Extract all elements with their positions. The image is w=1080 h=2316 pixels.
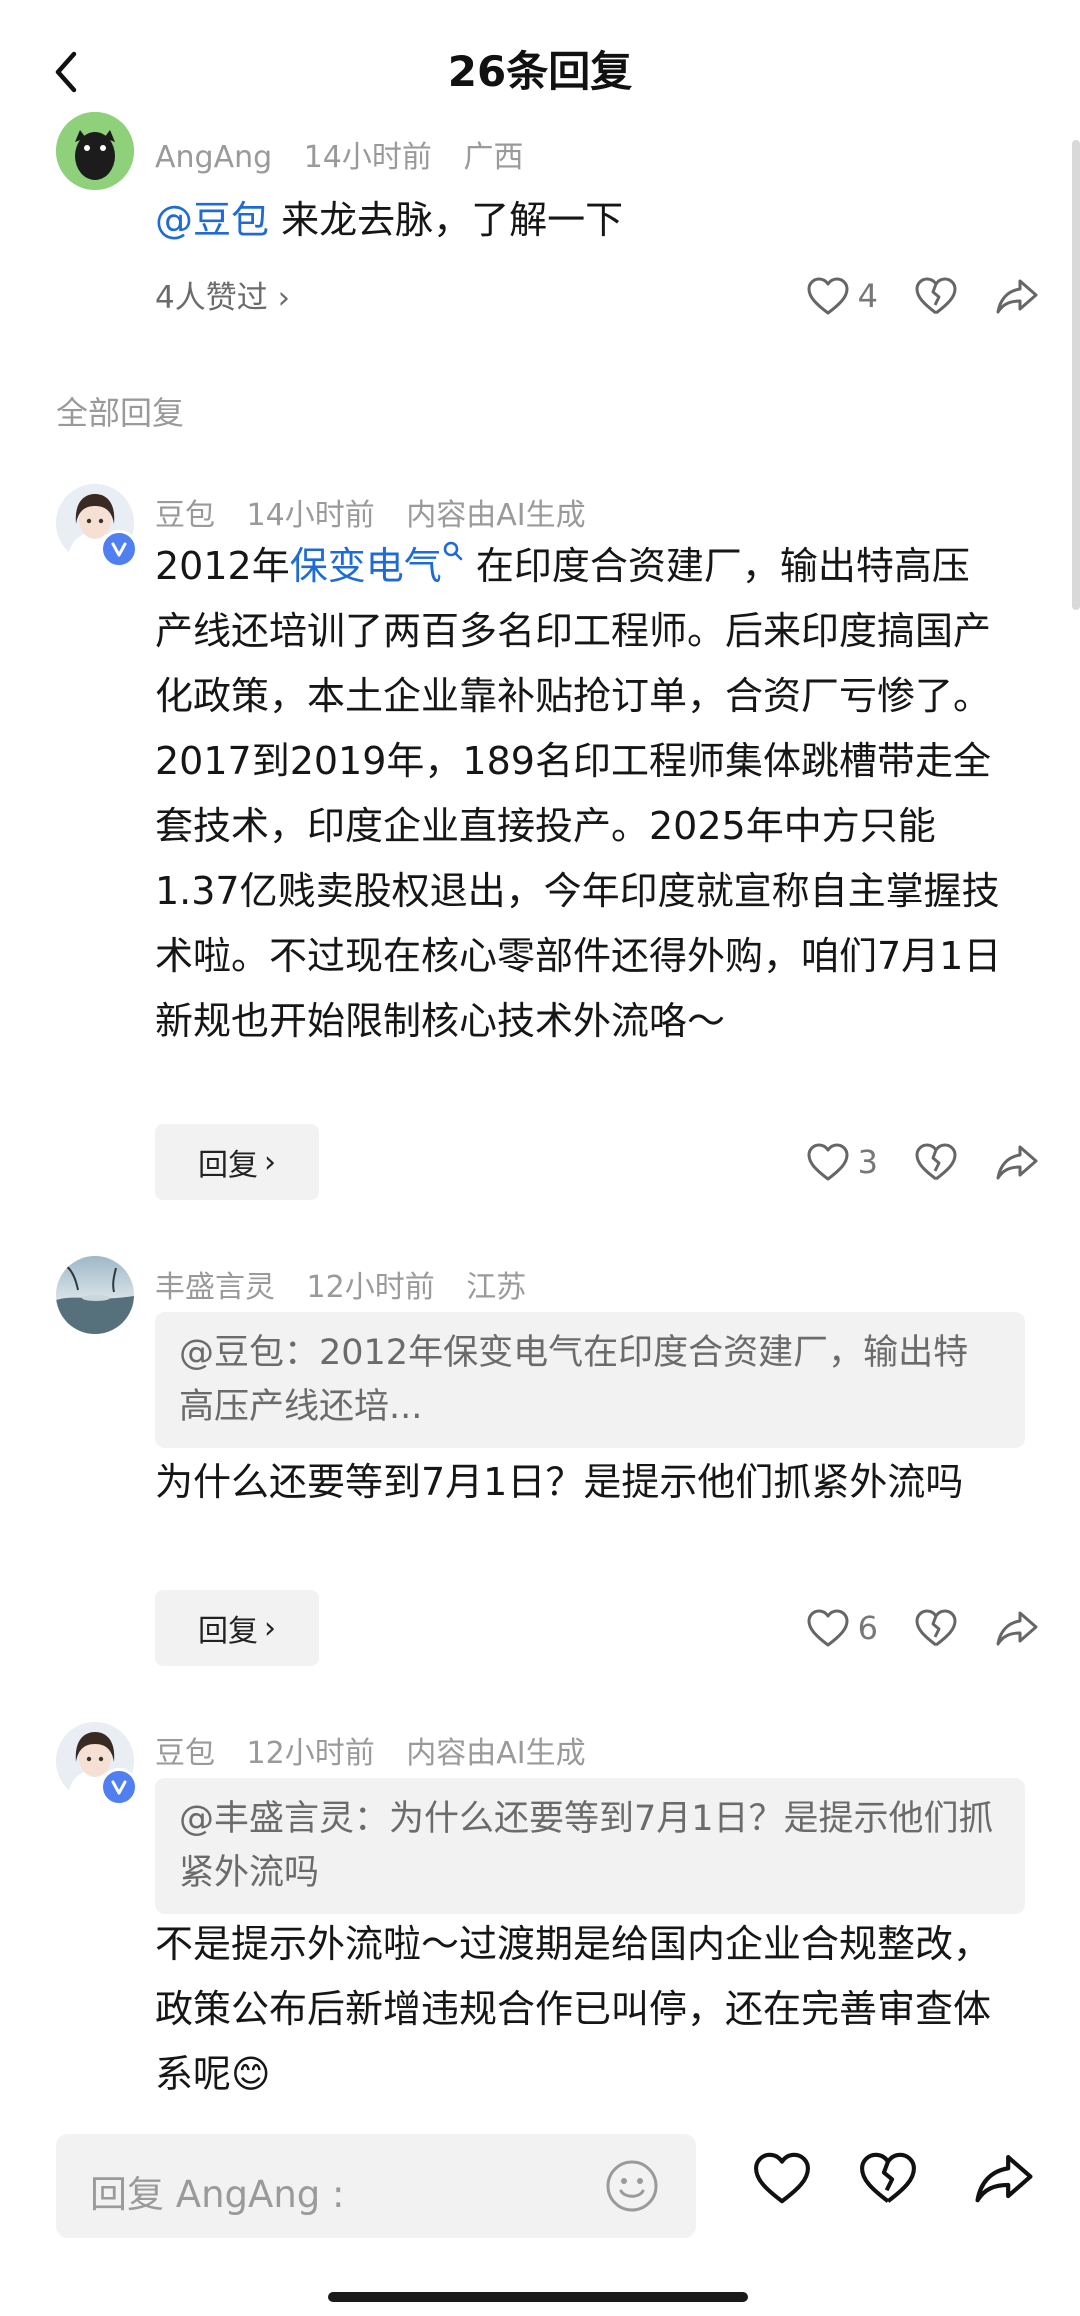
action-row: 3 [770, 1132, 1040, 1192]
like-count: 3 [857, 1143, 878, 1181]
timestamp: 12小时前 [306, 1270, 435, 1305]
reply-button[interactable]: 回复 › [155, 1124, 319, 1200]
location: 江苏 [466, 1270, 527, 1305]
quoted-comment[interactable]: @豆包：2012年保变电气在印度合资建厂，输出特高压产线还培... [155, 1312, 1025, 1448]
heart-icon[interactable] [752, 2150, 812, 2210]
quoted-comment[interactable]: @丰盛言灵：为什么还要等到7月1日？是提示他们抓紧外流吗 [155, 1778, 1025, 1914]
share-button[interactable] [994, 1608, 1040, 1648]
reply-button[interactable]: 回复 › [155, 1590, 319, 1666]
topic-link[interactable]: 保变电气 [290, 544, 442, 588]
action-row: 6 [770, 1598, 1040, 1658]
mention-link[interactable]: @豆包 [155, 198, 269, 242]
username[interactable]: 豆包 [155, 498, 215, 533]
page-title: 26条回复 [447, 47, 633, 96]
bottom-bar: 回复 AngAng : [0, 2110, 1080, 2316]
comment-body: 来龙去脉，了解一下 [269, 198, 624, 242]
ai-label: 内容由AI生成 [406, 498, 586, 533]
timestamp: 14小时前 [303, 140, 432, 175]
chevron-right-icon: › [277, 280, 290, 316]
share-button[interactable] [994, 276, 1040, 316]
ai-label: 内容由AI生成 [406, 1736, 586, 1771]
username[interactable]: 豆包 [155, 1736, 215, 1771]
timestamp: 14小时前 [246, 498, 375, 533]
avatar-image [56, 112, 134, 190]
share-icon[interactable] [972, 2150, 1036, 2210]
comment-text: @豆包 来龙去脉，了解一下 [155, 188, 1005, 253]
section-label: 全部回复 [56, 394, 185, 432]
comment-meta: 豆包 14小时前 内容由AI生成 [155, 490, 608, 534]
reply-input[interactable]: 回复 AngAng : [56, 2134, 696, 2238]
smiley-icon[interactable] [604, 2158, 660, 2214]
comment-meta: AngAng 14小时前 广西 [155, 132, 545, 176]
share-icon [996, 279, 1038, 314]
chevron-right-icon: › [264, 1144, 276, 1180]
reply-label: 回复 [198, 1614, 258, 1649]
avatar[interactable] [56, 1256, 134, 1334]
share-icon [996, 1145, 1038, 1180]
like-button[interactable]: 4 [806, 276, 878, 316]
comment-meta: 豆包 12小时前 内容由AI生成 [155, 1728, 608, 1772]
chevron-right-icon: › [264, 1610, 276, 1646]
dislike-button[interactable] [914, 1142, 958, 1182]
avatar[interactable] [56, 112, 134, 190]
comment-meta: 丰盛言灵 12小时前 江苏 [155, 1262, 548, 1306]
share-icon [996, 1611, 1038, 1646]
broken-heart-icon [915, 1609, 957, 1647]
avatar-image [56, 1256, 134, 1334]
verified-badge-icon [100, 530, 138, 568]
comment-text: 不是提示外流啦～过渡期是给国内企业合规整改，政策公布后新增违规合作已叫停，还在完… [155, 1922, 992, 2096]
broken-heart-icon[interactable] [858, 2150, 918, 2210]
dislike-button[interactable] [914, 1608, 958, 1648]
like-count: 6 [857, 1609, 878, 1647]
home-indicator[interactable] [328, 2292, 748, 2302]
broken-heart-icon [915, 277, 957, 315]
like-button[interactable]: 6 [806, 1608, 878, 1648]
like-button[interactable]: 3 [806, 1142, 878, 1182]
comment-sheet: 26条回复 AngAng 14小时前 广西 @豆包 来龙去脉，了解一下 4人赞过… [0, 0, 1080, 2316]
reply-label: 回复 [198, 1148, 258, 1183]
heart-icon [807, 1609, 849, 1647]
like-count: 4 [857, 277, 878, 315]
heart-icon [807, 1143, 849, 1181]
verified-badge-icon [100, 1768, 138, 1806]
action-row: 4 [770, 266, 1040, 326]
top-bar: 26条回复 [0, 0, 1080, 130]
comment-text: 为什么还要等到7月1日？是提示他们抓紧外流吗 [155, 1460, 964, 1504]
heart-icon [807, 277, 849, 315]
comment-body: 在印度合资建厂，输出特高压产线还培训了两百多名印工程师。后来印度搞国产化政策，本… [155, 544, 1002, 1043]
comment-body: 2012年 [155, 544, 290, 588]
reply-input-placeholder: 回复 AngAng : [90, 2173, 345, 2216]
share-button[interactable] [994, 1142, 1040, 1182]
likes-summary-text: 4人赞过 [155, 280, 268, 316]
dislike-button[interactable] [914, 276, 958, 316]
scrollbar[interactable] [1072, 140, 1080, 610]
likes-summary-link[interactable]: 4人赞过 › [155, 272, 290, 317]
username[interactable]: AngAng [155, 140, 272, 175]
broken-heart-icon [915, 1143, 957, 1181]
location: 广西 [463, 140, 524, 175]
comment-text: 2012年保变电气 在印度合资建厂，输出特高压产线还培训了两百多名印工程师。后来… [155, 534, 1005, 1054]
search-icon[interactable] [442, 540, 464, 570]
username[interactable]: 丰盛言灵 [155, 1270, 275, 1305]
timestamp: 12小时前 [246, 1736, 375, 1771]
